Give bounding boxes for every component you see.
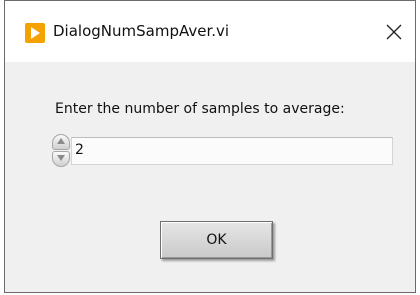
increment-button[interactable] [52,134,70,150]
dialog-window: DialogNumSampAver.vi Enter the number of… [4,0,416,293]
samples-spinner [52,134,72,168]
window-title: DialogNumSampAver.vi [53,22,230,40]
close-icon [386,24,402,40]
samples-prompt-label: Enter the number of samples to average: [55,101,345,117]
title-bar[interactable]: DialogNumSampAver.vi [5,1,415,62]
arrow-down-icon [57,155,65,161]
decrement-button[interactable] [52,151,70,167]
ok-button[interactable]: OK [160,221,273,259]
close-button[interactable] [379,17,409,47]
arrow-up-icon [57,138,65,144]
labview-icon [25,23,45,43]
samples-number-input[interactable]: 2 [71,137,393,165]
